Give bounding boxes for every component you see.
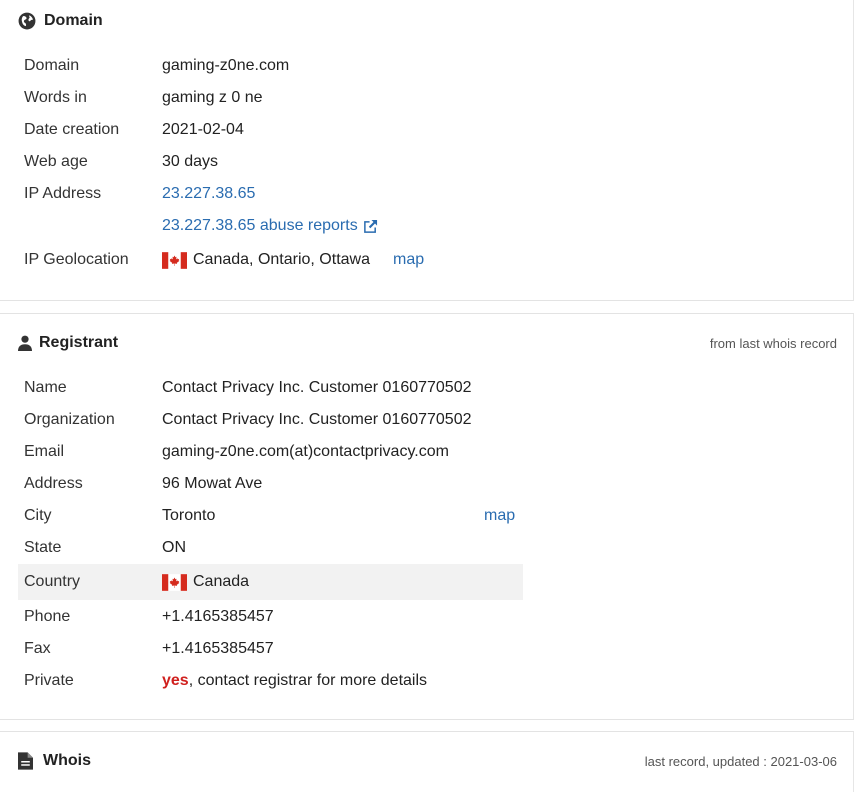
registrant-note: from last whois record [709, 336, 837, 351]
globe-icon [18, 12, 36, 30]
domain-panel: Domain Domain gaming-z0ne.com Words in g… [0, 0, 854, 301]
whois-heading: Whois [18, 752, 91, 770]
age-label: Web age [24, 153, 88, 170]
private-row: Private yes , contact registrar for more… [18, 665, 523, 697]
geo-label: IP Geolocation [24, 251, 129, 268]
country-label: Country [24, 573, 81, 590]
state-label: State [24, 539, 62, 556]
domain-title: Domain [44, 12, 103, 29]
domain-heading: Domain [18, 12, 103, 30]
user-icon [18, 334, 32, 352]
whois-panel: Whois last record, updated : 2021-03-06 [0, 731, 854, 792]
city-value: Toronto [162, 507, 216, 524]
fax-row: Fax +1.4165385457 [18, 633, 523, 665]
geo-row: IP Geolocation Canada, Ontario, Ottawa m… [18, 244, 523, 276]
email-row: Email gaming-z0ne.com(at)contactprivacy.… [18, 436, 523, 468]
registrant-panel: Registrant from last whois record Name C… [0, 313, 854, 720]
registrant-title: Registrant [39, 334, 119, 351]
name-label: Name [24, 379, 67, 396]
geo-value: Canada, Ontario, Ottawa [193, 251, 370, 268]
whois-note: last record, updated : 2021-03-06 [644, 754, 837, 769]
canada-flag-icon [162, 573, 187, 591]
whois-title: Whois [43, 752, 91, 769]
private-details: , contact registrar for more details [188, 672, 428, 689]
fax-value: +1.4165385457 [162, 640, 274, 657]
state-value: ON [162, 539, 186, 556]
domain-row: Domain gaming-z0ne.com [18, 50, 523, 82]
canada-flag-icon [162, 251, 187, 269]
abuse-reports-link[interactable]: 23.227.38.65 abuse reports [162, 217, 358, 235]
fax-label: Fax [24, 640, 51, 657]
phone-value: +1.4165385457 [162, 608, 274, 625]
words-label: Words in [24, 89, 87, 106]
document-icon [18, 752, 33, 770]
name-row: Name Contact Privacy Inc. Customer 01607… [18, 372, 523, 404]
words-row: Words in gaming z 0 ne [18, 82, 523, 114]
city-label: City [24, 507, 52, 524]
private-label: Private [24, 672, 74, 689]
city-map-link[interactable]: map [484, 507, 515, 525]
words-value: gaming z 0 ne [162, 89, 263, 106]
email-label: Email [24, 443, 65, 460]
country-value: Canada [193, 573, 250, 590]
ip-address-link[interactable]: 23.227.38.65 [162, 185, 255, 203]
ip-label: IP Address [24, 185, 102, 202]
abuse-row: 23.227.38.65 abuse reports [18, 210, 523, 242]
domain-label: Domain [24, 57, 80, 74]
geo-map-link[interactable]: map [393, 251, 424, 269]
address-row: Address 96 Mowat Ave [18, 468, 523, 500]
registrant-heading: Registrant [18, 334, 118, 352]
created-label: Date creation [24, 121, 120, 138]
created-row: Date creation 2021-02-04 [18, 114, 523, 146]
created-value: 2021-02-04 [162, 121, 244, 138]
address-value: 96 Mowat Ave [162, 475, 263, 492]
city-row: City Toronto map [18, 500, 523, 532]
state-row: State ON [18, 532, 523, 564]
ip-row: IP Address 23.227.38.65 [18, 178, 523, 210]
age-row: Web age 30 days [18, 146, 523, 178]
phone-label: Phone [24, 608, 71, 625]
org-row: Organization Contact Privacy Inc. Custom… [18, 404, 523, 436]
private-yes: yes [162, 672, 189, 689]
name-value: Contact Privacy Inc. Customer 0160770502 [162, 379, 472, 396]
org-value: Contact Privacy Inc. Customer 0160770502 [162, 411, 472, 428]
country-row: Country Canada [18, 564, 523, 600]
external-link-icon[interactable] [363, 219, 378, 234]
address-label: Address [24, 475, 83, 492]
org-label: Organization [24, 411, 115, 428]
domain-value: gaming-z0ne.com [162, 57, 290, 74]
age-value: 30 days [162, 153, 219, 170]
phone-row: Phone +1.4165385457 [18, 601, 523, 633]
email-value: gaming-z0ne.com(at)contactprivacy.com [162, 443, 449, 460]
